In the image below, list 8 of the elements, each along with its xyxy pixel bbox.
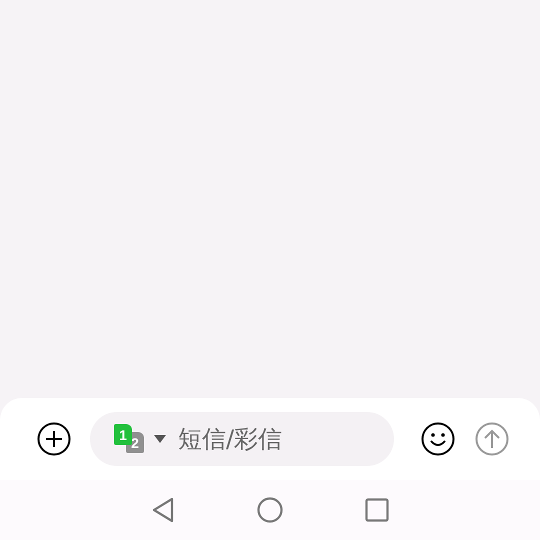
home-icon[interactable]: [257, 497, 283, 523]
message-field[interactable]: 2 1 短信/彩信: [90, 412, 394, 466]
sim-selector[interactable]: 2 1: [114, 424, 166, 454]
recents-icon[interactable]: [365, 498, 389, 522]
caret-icon: [154, 435, 166, 443]
emoji-button[interactable]: [420, 421, 456, 457]
add-button[interactable]: [36, 421, 72, 457]
back-icon[interactable]: [151, 497, 175, 523]
